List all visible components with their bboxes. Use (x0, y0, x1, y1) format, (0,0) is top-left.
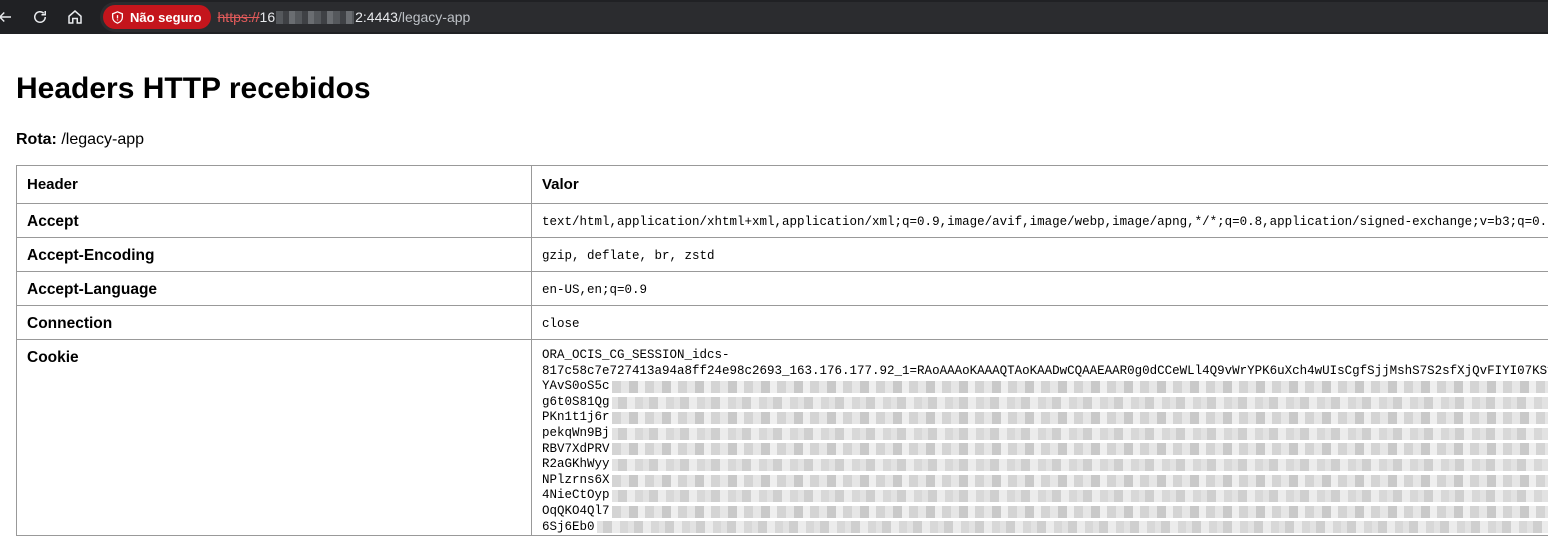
cookie-line-text: RBV7XdPRV (542, 442, 610, 458)
cookie-line: ORA_OCIS_CG_SESSION_idcs- (542, 348, 1548, 364)
cookie-value: ORA_OCIS_CG_SESSION_idcs- 817c58c7e72741… (532, 340, 1548, 536)
header-name: Accept (17, 204, 532, 238)
cookie-line: YAvS0oS5c (542, 379, 1548, 395)
redacted-cookie-text (612, 412, 1548, 424)
header-name: Cookie (17, 340, 532, 536)
cookie-line-text: 6Sj6Eb0 (542, 520, 595, 536)
header-name: Connection (17, 306, 532, 340)
redacted-cookie-text (612, 428, 1548, 440)
url-host-start: 16 (260, 9, 276, 25)
page-content: Headers HTTP recebidos Rota: /legacy-app… (0, 34, 1548, 536)
column-header-name: Header (17, 166, 532, 204)
browser-toolbar: Não seguro https:// 16 2:4443 /legacy-ap… (0, 0, 1548, 34)
cookie-line-text: ORA_OCIS_CG_SESSION_idcs- (542, 348, 730, 364)
redacted-cookie-text (597, 521, 1548, 533)
reload-icon[interactable] (25, 2, 55, 32)
table-header-row: Header Valor (17, 166, 1548, 204)
url-scheme: https:// (218, 9, 260, 25)
cookie-line: 4NieCtOyp (542, 488, 1548, 504)
header-value: gzip, deflate, br, zstd (532, 238, 1548, 272)
redacted-cookie-text (612, 490, 1548, 502)
header-value: text/html,application/xhtml+xml,applicat… (532, 204, 1548, 238)
header-name: Accept-Encoding (17, 238, 532, 272)
table-row: Accept text/html,application/xhtml+xml,a… (17, 204, 1548, 238)
table-row: Accept-Encoding gzip, deflate, br, zstd (17, 238, 1548, 272)
address-bar[interactable]: Não seguro https:// 16 2:4443 /legacy-ap… (100, 2, 1548, 32)
cookie-line-text: OqQKO4Ql7 (542, 504, 610, 520)
shield-warning-icon (111, 11, 124, 24)
cookie-line-text: g6t0S81Qg (542, 395, 610, 411)
header-name: Accept-Language (17, 272, 532, 306)
back-arrow-icon[interactable] (0, 2, 20, 32)
security-label: Não seguro (130, 10, 202, 25)
cookie-line: OqQKO4Ql7 (542, 504, 1548, 520)
cookie-line: R2aGKhWyy (542, 457, 1548, 473)
route-label: Rota: (16, 131, 57, 148)
cookie-line-text: R2aGKhWyy (542, 457, 610, 473)
page-title: Headers HTTP recebidos (16, 34, 1548, 106)
redacted-host (276, 11, 354, 24)
table-row-cookie: Cookie ORA_OCIS_CG_SESSION_idcs- 817c58c… (17, 340, 1548, 536)
column-header-value: Valor (532, 166, 1548, 204)
redacted-cookie-text (612, 475, 1548, 487)
cookie-line-text: NPlzrns6X (542, 473, 610, 489)
cookie-line-text: PKn1t1j6r (542, 410, 610, 426)
cookie-line: NPlzrns6X (542, 473, 1548, 489)
cookie-line: 817c58c7e727413a94a8ff24e98c2693_163.176… (542, 364, 1548, 380)
cookie-line: pekqWn9Bj (542, 426, 1548, 442)
cookie-line: 6Sj6Eb0 (542, 520, 1548, 536)
header-value: close (532, 306, 1548, 340)
security-warning-chip[interactable]: Não seguro (103, 5, 211, 29)
route-line: Rota: /legacy-app (16, 131, 1548, 149)
cookie-line: PKn1t1j6r (542, 410, 1548, 426)
redacted-cookie-text (612, 443, 1548, 455)
cookie-line-text: pekqWn9Bj (542, 426, 610, 442)
redacted-cookie-text (612, 381, 1548, 393)
url-path: /legacy-app (398, 9, 470, 25)
home-icon[interactable] (60, 2, 90, 32)
cookie-line: RBV7XdPRV (542, 442, 1548, 458)
redacted-cookie-text (612, 506, 1548, 518)
table-row: Accept-Language en-US,en;q=0.9 (17, 272, 1548, 306)
url-text[interactable]: https:// 16 2:4443 /legacy-app (218, 9, 471, 25)
cookie-line: g6t0S81Qg (542, 395, 1548, 411)
cookie-line-text: 4NieCtOyp (542, 488, 610, 504)
headers-table: Header Valor Accept text/html,applicatio… (16, 165, 1548, 536)
redacted-cookie-text (612, 459, 1548, 471)
route-value: /legacy-app (61, 131, 144, 148)
redacted-cookie-text (612, 397, 1548, 409)
url-host-end: 2:4443 (355, 9, 398, 25)
table-row: Connection close (17, 306, 1548, 340)
cookie-line-text: YAvS0oS5c (542, 379, 610, 395)
cookie-line-text: 817c58c7e727413a94a8ff24e98c2693_163.176… (542, 364, 1548, 380)
header-value: en-US,en;q=0.9 (532, 272, 1548, 306)
